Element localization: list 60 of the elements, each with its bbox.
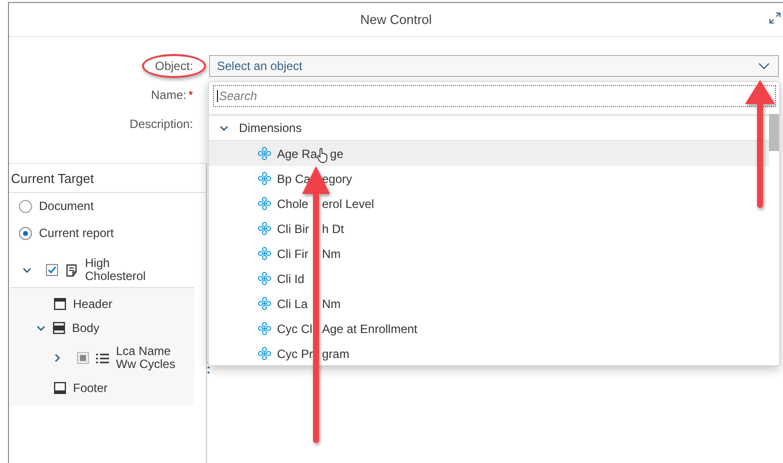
expand-icon[interactable] <box>769 12 781 24</box>
item-label: h Dt <box>322 222 344 236</box>
dimension-icon <box>258 347 271 360</box>
dimension-icon <box>258 197 271 210</box>
field-label: Description: <box>130 116 193 130</box>
field-label: Object: <box>154 58 193 72</box>
item-label: Cli Fir <box>277 246 310 260</box>
list-item[interactable]: Cli Bir h Dt <box>209 216 769 241</box>
dimension-icon <box>258 322 271 335</box>
field-label: Name: <box>150 88 186 102</box>
checkbox[interactable] <box>46 264 58 276</box>
list-item[interactable]: Chole erol Level <box>209 191 769 216</box>
list-item[interactable]: Cli Fir Nm <box>209 241 769 266</box>
radio-button[interactable] <box>19 226 32 240</box>
dimension-icon <box>258 147 271 160</box>
item-label: egory <box>322 172 352 186</box>
hand-cursor-icon <box>317 148 328 163</box>
item-label: Age Ra <box>277 146 318 160</box>
dimension-icon <box>258 297 271 310</box>
list-icon <box>96 352 109 364</box>
item-label: erol Level <box>322 196 374 210</box>
item-label: Cyc Cl <box>277 322 312 336</box>
radio-option[interactable]: Document <box>9 193 94 220</box>
list-item[interactable]: Cyc Cl Age at Enrollment <box>209 316 769 341</box>
item-label: Chole <box>277 196 310 210</box>
chevron-icon[interactable] <box>22 265 32 276</box>
dialog-title: New Control <box>360 12 432 27</box>
required-mark: * <box>188 88 193 102</box>
list-item[interactable]: Age Ra ge <box>209 141 769 166</box>
item-label: Nm <box>322 246 341 260</box>
item-label: Cli Bir <box>277 222 310 236</box>
tree-item[interactable]: Body <box>72 321 100 336</box>
item-label: ge <box>330 146 344 160</box>
item-label: Cyc Pr <box>277 346 312 360</box>
document-icon <box>66 264 77 277</box>
search-field[interactable]: Search <box>213 85 776 107</box>
chevron-icon[interactable] <box>219 123 229 133</box>
tree-item[interactable]: Header <box>73 297 112 312</box>
dimension-icon <box>258 172 271 185</box>
list-item[interactable]: Cyc Pr gram <box>209 341 769 366</box>
body-icon <box>53 322 65 334</box>
list-item[interactable]: Cli Id <box>209 266 769 291</box>
header-icon <box>54 298 66 310</box>
tree-item[interactable]: High Cholesterol <box>85 257 165 284</box>
item-label: Cli Id <box>277 272 304 286</box>
footer-icon <box>54 382 66 394</box>
dimension-icon <box>258 222 271 235</box>
radio-button[interactable] <box>19 200 32 212</box>
chevron-icon[interactable] <box>36 323 46 334</box>
object-dropdown[interactable]: Select an object <box>209 54 779 76</box>
panel-title: Current Target <box>9 164 206 193</box>
item-label: Cli La <box>277 296 309 310</box>
dimension-icon <box>258 272 271 285</box>
item-label: gram <box>322 346 350 360</box>
dimension-icon <box>258 247 271 260</box>
item-label: Age at Enrollment <box>322 322 418 336</box>
radio-option[interactable]: Current report <box>9 220 114 247</box>
item-label: Nm <box>322 296 341 310</box>
tree-item[interactable]: Footer <box>73 381 108 396</box>
list-item[interactable]: Cli La Nm <box>209 291 769 316</box>
